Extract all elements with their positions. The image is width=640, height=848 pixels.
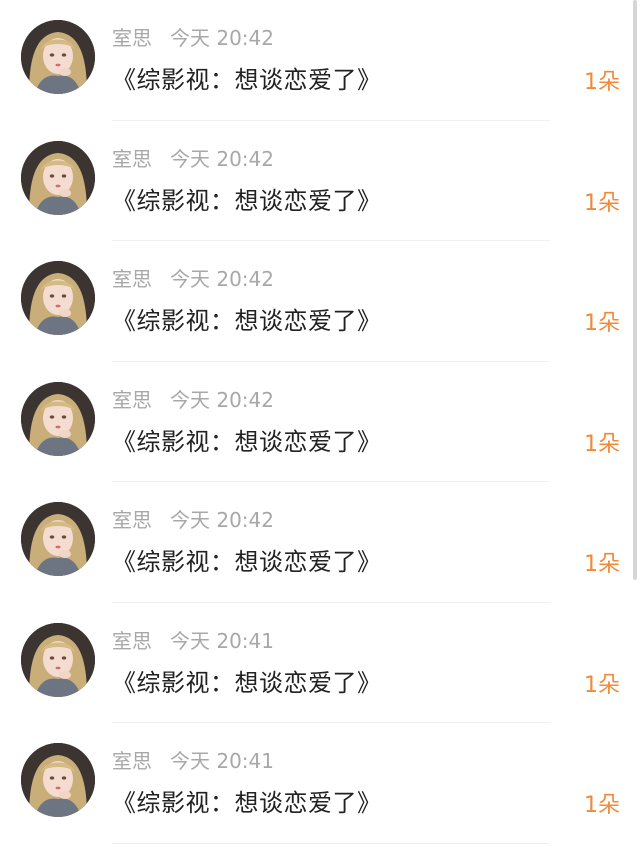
avatar-illustration-icon: [21, 622, 95, 697]
item-meta: 室思 今天 20:42: [112, 22, 274, 51]
book-title[interactable]: 《综影视：想谈恋爱了》: [112, 542, 382, 577]
avatar[interactable]: [21, 140, 95, 215]
item-meta: 室思 今天 20:41: [112, 745, 274, 774]
avatar[interactable]: [21, 743, 95, 817]
item-meta: 室思 今天 20:42: [112, 504, 274, 533]
scrollbar[interactable]: [633, 0, 637, 580]
list-item[interactable]: 室思 今天 20:42 《综影视：想谈恋爱了》 1朵: [0, 121, 640, 241]
book-title[interactable]: 《综影视：想谈恋爱了》: [112, 301, 382, 336]
list-item[interactable]: 室思 今天 20:41 《综影视：想谈恋爱了》 1朵: [0, 603, 640, 723]
book-title[interactable]: 《综影视：想谈恋爱了》: [112, 181, 382, 216]
timestamp: 今天 20:42: [170, 267, 274, 291]
list-item[interactable]: 室思 今天 20:42 《综影视：想谈恋爱了》 1朵: [0, 0, 640, 121]
item-meta: 室思 今天 20:42: [112, 143, 274, 172]
book-title[interactable]: 《综影视：想谈恋爱了》: [112, 783, 382, 818]
book-title[interactable]: 《综影视：想谈恋爱了》: [112, 422, 382, 457]
timestamp: 今天 20:41: [170, 749, 274, 773]
timestamp: 今天 20:42: [170, 26, 274, 50]
avatar[interactable]: [21, 502, 95, 576]
gift-count: 1朵: [584, 431, 620, 457]
sender-name[interactable]: 室思: [112, 749, 152, 773]
avatar-illustration-icon: [21, 743, 95, 817]
gift-count: 1朵: [584, 311, 620, 336]
gift-count: 1朵: [584, 70, 620, 95]
item-meta: 室思 今天 20:42: [112, 384, 274, 413]
avatar[interactable]: [21, 20, 95, 94]
list-item[interactable]: 室思 今天 20:41 《综影视：想谈恋爱了》 1朵: [0, 723, 640, 844]
gift-record-list[interactable]: 室思 今天 20:42 《综影视：想谈恋爱了》 1朵 室思 今天 20:42 《综影…: [0, 0, 640, 848]
avatar-illustration-icon: [21, 261, 95, 335]
gift-count: 1朵: [584, 552, 620, 577]
sender-name[interactable]: 室思: [112, 388, 152, 412]
avatar[interactable]: [21, 622, 95, 697]
sender-name[interactable]: 室思: [112, 508, 152, 532]
gift-count: 1朵: [584, 190, 620, 216]
book-title[interactable]: 《综影视：想谈恋爱了》: [112, 663, 382, 698]
divider: [112, 842, 550, 844]
item-meta: 室思 今天 20:42: [112, 263, 274, 292]
sender-name[interactable]: 室思: [112, 26, 152, 50]
timestamp: 今天 20:42: [170, 387, 274, 412]
list-item[interactable]: 室思 今天 20:42 《综影视：想谈恋爱了》 1朵: [0, 362, 640, 482]
avatar-illustration-icon: [21, 140, 95, 215]
gift-count: 1朵: [584, 672, 620, 698]
list-item[interactable]: 室思 今天 20:42 《综影视：想谈恋爱了》 1朵: [0, 482, 640, 603]
timestamp: 今天 20:41: [170, 628, 274, 653]
avatar[interactable]: [21, 261, 95, 335]
avatar-illustration-icon: [21, 502, 95, 576]
timestamp: 今天 20:42: [170, 146, 274, 171]
sender-name[interactable]: 室思: [112, 147, 152, 171]
gift-count: 1朵: [584, 793, 620, 818]
list-item[interactable]: 室思 今天 20:42 《综影视：想谈恋爱了》 1朵: [0, 241, 640, 362]
book-title[interactable]: 《综影视：想谈恋爱了》: [112, 60, 382, 95]
avatar-illustration-icon: [21, 20, 95, 94]
timestamp: 今天 20:42: [170, 508, 274, 532]
item-meta: 室思 今天 20:41: [112, 625, 274, 654]
avatar[interactable]: [21, 381, 95, 456]
sender-name[interactable]: 室思: [112, 267, 152, 291]
sender-name[interactable]: 室思: [112, 629, 152, 653]
avatar-illustration-icon: [21, 381, 95, 456]
